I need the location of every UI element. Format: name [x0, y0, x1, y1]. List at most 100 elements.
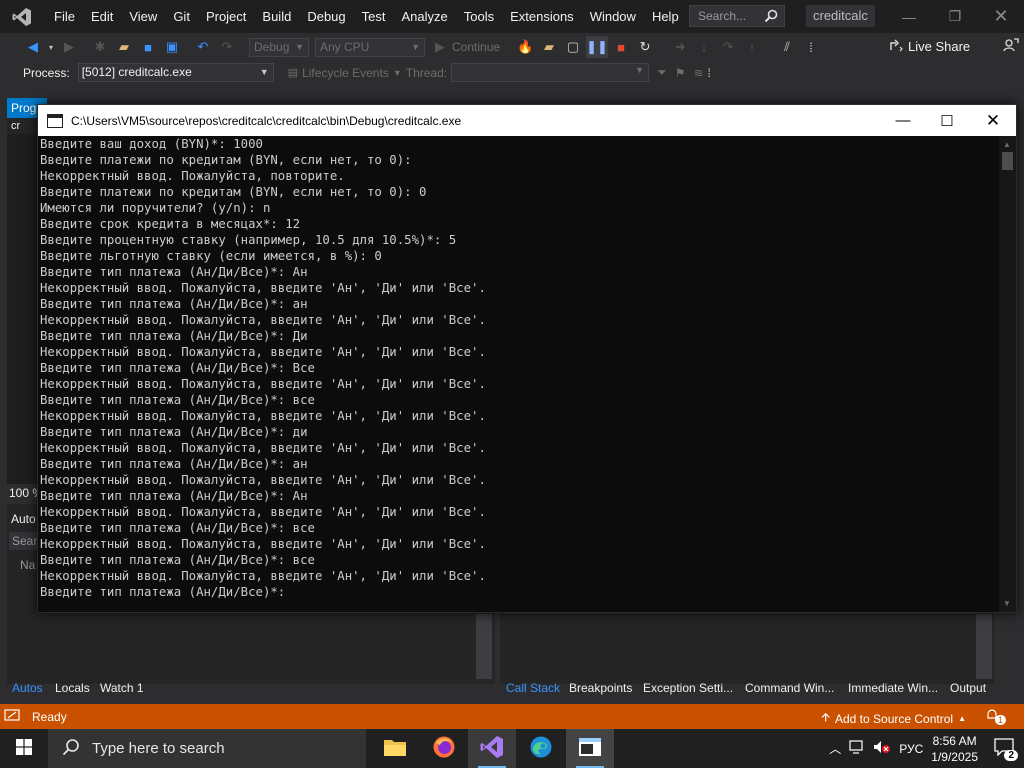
firefox-app[interactable] — [420, 729, 468, 768]
step-over-icon[interactable]: ↷ — [717, 36, 739, 58]
save-all-icon[interactable]: ▣ — [161, 36, 183, 58]
platform-select[interactable]: Any CPU ▼ — [315, 37, 425, 57]
continue-play-icon[interactable]: ▶ — [429, 36, 451, 58]
firefox-icon — [432, 735, 456, 762]
flag-threads-icon[interactable]: ⚑ — [675, 66, 686, 80]
visual-studio-logo-icon[interactable] — [12, 7, 32, 27]
menu-window[interactable]: Window — [582, 0, 644, 33]
redo-icon[interactable]: ↷ — [216, 36, 238, 58]
new-project-icon[interactable]: ✱ — [89, 36, 111, 58]
open-folder-icon[interactable]: ▰ — [113, 36, 135, 58]
scroll-up-icon[interactable]: ▲ — [1003, 140, 1011, 149]
menu-view[interactable]: View — [121, 0, 165, 33]
toolbar-overflow-icon[interactable]: ⁞ — [708, 66, 711, 80]
back-icon[interactable]: ◀ — [22, 36, 44, 58]
input-language[interactable]: РУС — [899, 742, 923, 756]
menu-edit[interactable]: Edit — [83, 0, 121, 33]
scroll-down-icon[interactable]: ▼ — [1003, 599, 1011, 608]
menu-tools[interactable]: Tools — [456, 0, 502, 33]
menu-debug[interactable]: Debug — [299, 0, 353, 33]
menu-project[interactable]: Project — [198, 0, 254, 33]
feedback-icon[interactable] — [1003, 37, 1019, 56]
file-explorer-app[interactable] — [371, 729, 419, 768]
menu-analyze[interactable]: Analyze — [393, 0, 455, 33]
call-stack-scrollbar[interactable] — [976, 614, 992, 679]
restart-icon[interactable]: ↻ — [634, 36, 656, 58]
taskbar-search-box[interactable]: Type here to search — [48, 729, 366, 768]
clock[interactable]: 8:56 AM 1/9/2025 — [931, 733, 978, 765]
comment-icon[interactable]: ⫽ — [776, 36, 798, 58]
tab-autos[interactable]: Autos — [7, 678, 48, 698]
forward-icon[interactable]: ▶ — [58, 36, 80, 58]
stop-icon[interactable]: ■ — [610, 36, 632, 58]
configuration-select[interactable]: Debug ▼ — [249, 37, 309, 57]
tab-exception-settings[interactable]: Exception Setti... — [638, 678, 738, 698]
menu-test[interactable]: Test — [354, 0, 394, 33]
console-line: Введите процентную ставку (например, 10.… — [40, 233, 457, 247]
save-icon[interactable]: ■ — [137, 36, 159, 58]
process-select[interactable]: [5012] creditcalc.exe ▼ — [77, 63, 274, 82]
vs-close-button[interactable]: ✕ — [978, 0, 1024, 33]
tab-immediate-window[interactable]: Immediate Win... — [843, 678, 943, 698]
filter-icon[interactable]: ⏷ — [657, 65, 667, 80]
step-out-icon[interactable]: ↑ — [741, 36, 763, 58]
console-line: Некорректный ввод. Пожалуйста, введите '… — [40, 473, 486, 487]
console-close-button[interactable]: ✕ — [970, 105, 1016, 136]
console-line: Введите тип платежа (Ан/Ди/Все)*: ди — [40, 425, 308, 439]
stack-frame-icon[interactable]: ≋ — [693, 66, 703, 80]
pause-icon[interactable]: ❚❚ — [586, 36, 609, 58]
console-output[interactable]: Введите ваш доход (BYN)*: 1000 Введите п… — [38, 136, 998, 612]
vs-search-box[interactable]: Search... — [689, 5, 785, 27]
step-into-icon[interactable]: ↓ — [693, 36, 715, 58]
toolbar-overflow-icon[interactable]: ⁞ — [800, 36, 822, 58]
vs-restore-button[interactable]: ❐ — [932, 0, 978, 33]
console-window[interactable]: C:\Users\VM5\source\repos\creditcalc\cre… — [37, 104, 1017, 613]
menu-help[interactable]: Help — [644, 0, 687, 33]
scrollbar-thumb[interactable] — [1002, 152, 1013, 170]
console-app[interactable] — [566, 729, 614, 768]
tab-locals[interactable]: Locals — [50, 678, 95, 698]
network-icon[interactable] — [849, 740, 865, 757]
continue-button[interactable]: Continue — [452, 40, 500, 54]
console-window-icon[interactable] — [47, 113, 63, 128]
live-share-button[interactable]: Live Share — [889, 37, 1019, 56]
thread-select[interactable]: ▼ — [451, 63, 650, 82]
tab-watch-1[interactable]: Watch 1 — [95, 678, 149, 698]
back-dropdown-icon[interactable]: ▾ — [46, 36, 56, 58]
show-next-statement-icon[interactable]: ➜ — [669, 36, 691, 58]
menu-file[interactable]: File — [46, 0, 83, 33]
console-maximize-button[interactable]: ☐ — [924, 105, 970, 136]
chevron-down-icon: ▼ — [411, 41, 420, 52]
start-button[interactable] — [0, 729, 48, 768]
chevron-down-icon[interactable]: ▼ — [393, 68, 402, 78]
folder-icon[interactable]: ▰ — [538, 36, 560, 58]
tab-command-window[interactable]: Command Win... — [740, 678, 839, 698]
console-minimize-button[interactable]: — — [880, 105, 926, 136]
platform-value: Any CPU — [320, 39, 370, 54]
action-center-button[interactable]: 2 — [994, 738, 1018, 761]
console-title-bar[interactable]: C:\Users\VM5\source\repos\creditcalc\cre… — [38, 105, 1016, 136]
vs-minimize-button[interactable]: — — [886, 0, 932, 33]
add-to-source-control-button[interactable]: 🡩 Add to Source Control ▲ — [821, 708, 966, 729]
folder-icon — [383, 737, 407, 760]
hot-reload-icon[interactable]: 🔥 — [514, 36, 536, 58]
visual-studio-app[interactable] — [468, 729, 516, 768]
menu-extensions[interactable]: Extensions — [502, 0, 582, 33]
edge-app[interactable] — [517, 729, 565, 768]
autos-scrollbar[interactable] — [476, 614, 492, 679]
lifecycle-icon[interactable]: ▤ — [288, 66, 298, 79]
ready-status-icon — [4, 709, 20, 724]
undo-icon[interactable]: ↶ — [192, 36, 214, 58]
tab-output[interactable]: Output — [945, 678, 991, 698]
menu-git[interactable]: Git — [165, 0, 198, 33]
notifications-button[interactable]: 1 — [985, 707, 1006, 725]
tab-breakpoints[interactable]: Breakpoints — [564, 678, 637, 698]
volume-muted-icon[interactable] — [873, 740, 891, 757]
menu-build[interactable]: Build — [254, 0, 299, 33]
show-hidden-icons-icon[interactable]: ︿ — [829, 740, 841, 757]
console-line: Введите тип платежа (Ан/Ди/Все)*: Все — [40, 361, 315, 375]
browser-link-icon[interactable]: ▢ — [562, 36, 584, 58]
tab-call-stack[interactable]: Call Stack — [501, 678, 565, 698]
lifecycle-events-button[interactable]: Lifecycle Events — [302, 66, 389, 80]
console-scrollbar[interactable]: ▲ ▼ — [999, 136, 1016, 612]
